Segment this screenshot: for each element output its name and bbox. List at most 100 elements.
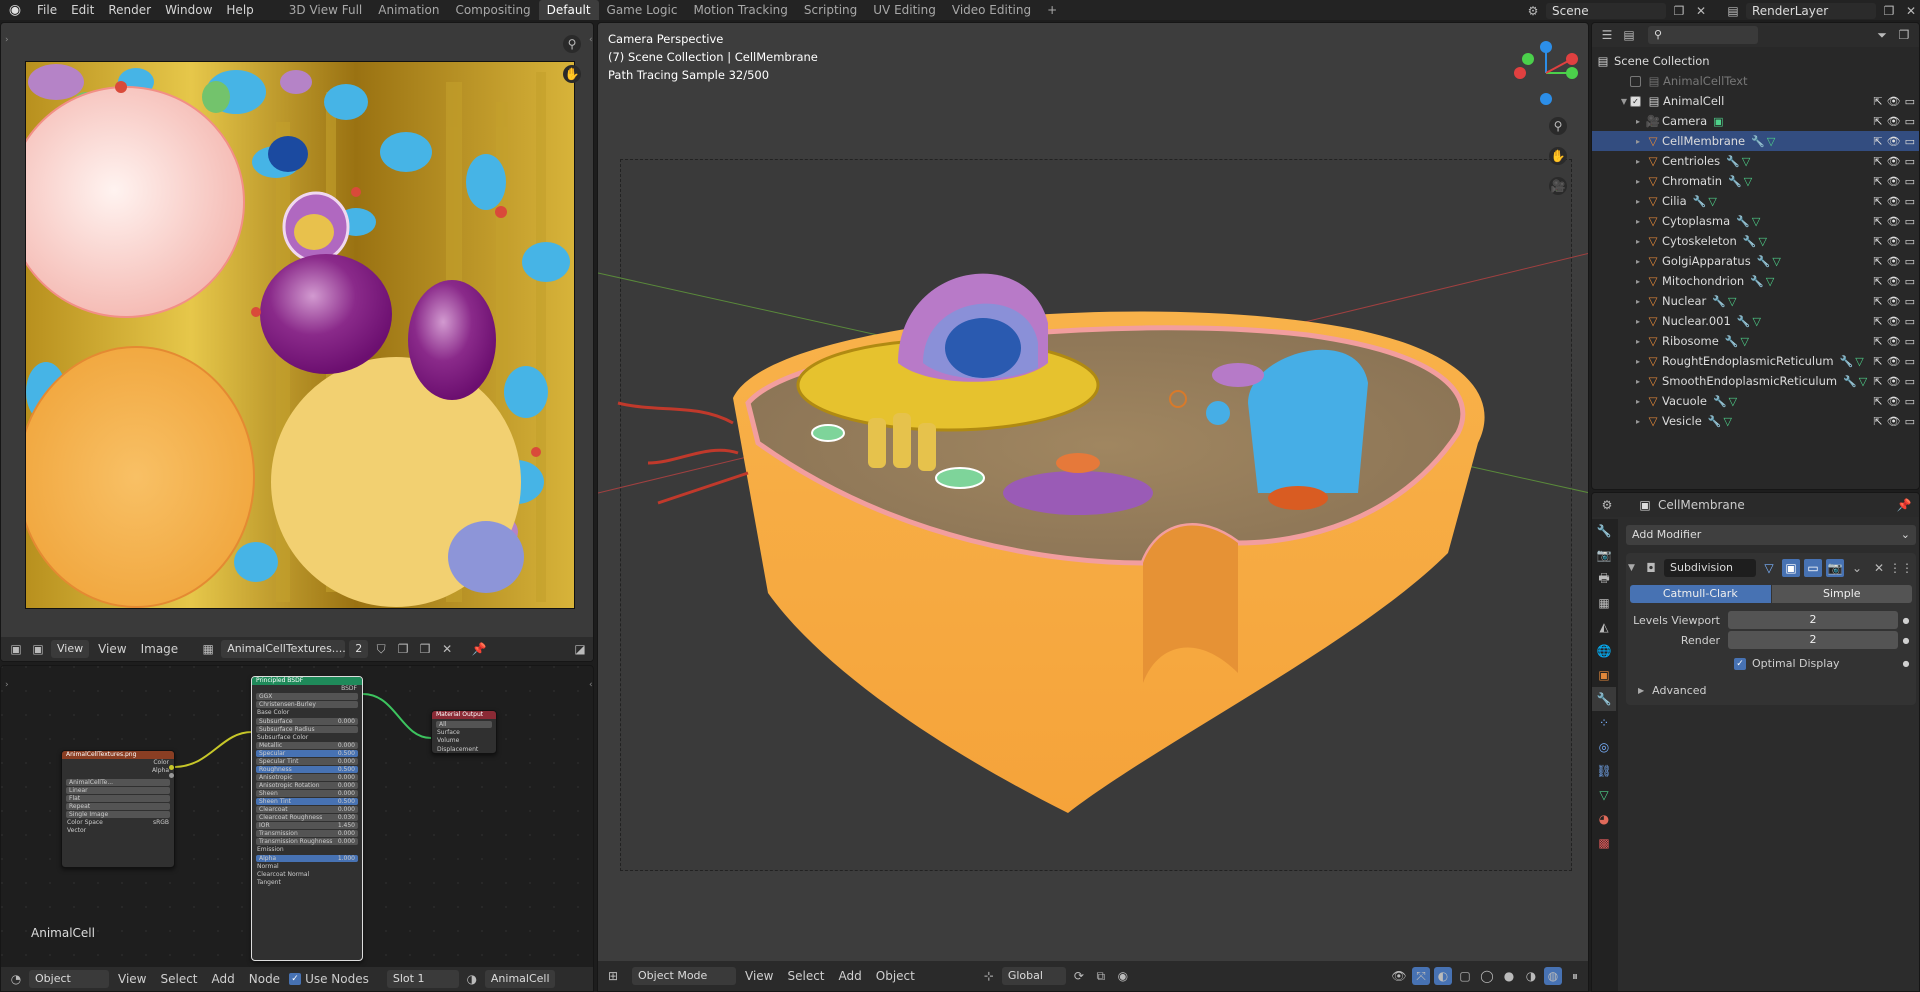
add-modifier-dropdown[interactable]: Add Modifier ⌄: [1626, 525, 1916, 545]
outliner-item[interactable]: ▸ ▽ RoughtEndoplasmicReticulum 🔧 ▽ ⇱ 👁 ▭: [1592, 351, 1919, 371]
workspace-tab-compositing[interactable]: Compositing: [447, 0, 538, 20]
eye-icon[interactable]: 👁: [1887, 215, 1901, 228]
duplicate-image-icon[interactable]: ❐: [394, 640, 412, 658]
blender-logo-icon[interactable]: ◉: [0, 0, 30, 20]
edit-mode-toggle-icon[interactable]: ▽: [1760, 559, 1778, 577]
mesh-data-icon[interactable]: ▽: [1753, 315, 1761, 328]
select-arrow-icon[interactable]: ⇱: [1873, 135, 1882, 148]
texture-image[interactable]: [25, 61, 575, 609]
modifier-wrench-icon[interactable]: 🔧: [1737, 315, 1751, 328]
editor-type-icon[interactable]: ◔: [7, 970, 25, 988]
modifier-wrench-icon[interactable]: 🔧: [1726, 155, 1740, 168]
expand-arrow-icon[interactable]: ▸: [1632, 137, 1644, 146]
outliner-item[interactable]: ▸ ▽ Cilia 🔧 ▽ ⇱ 👁 ▭: [1592, 191, 1919, 211]
pin-icon[interactable]: 📌: [470, 640, 488, 658]
optimal-display-checkbox[interactable]: ✓: [1734, 657, 1746, 670]
node-input-row[interactable]: Anisotropic 0.000: [256, 774, 358, 782]
material-shading-icon[interactable]: ◑: [1522, 967, 1540, 985]
xray-icon[interactable]: ▢: [1456, 967, 1474, 985]
editor-type-icon[interactable]: ☰: [1598, 26, 1616, 44]
modifier-tab-icon[interactable]: 🔧: [1592, 687, 1616, 711]
camera-data-icon[interactable]: ▣: [1713, 115, 1723, 128]
render-levels-field[interactable]: 2: [1728, 631, 1898, 649]
expand-arrow-icon[interactable]: ▸: [1632, 237, 1644, 246]
cell-render[interactable]: [598, 23, 1589, 953]
node-input-row[interactable]: Clearcoat Normal: [252, 871, 362, 879]
select-arrow-icon[interactable]: ⇱: [1873, 295, 1882, 308]
mesh-data-icon[interactable]: ▽: [1759, 235, 1767, 248]
mode-dropdown[interactable]: Object Mode: [632, 967, 736, 985]
eye-icon[interactable]: 👁: [1887, 375, 1901, 388]
view-layer-tab-icon[interactable]: ▦: [1592, 591, 1616, 615]
eye-icon[interactable]: 👁: [1887, 395, 1901, 408]
constraints-tab-icon[interactable]: ⛓: [1592, 759, 1616, 783]
node-input-row[interactable]: Roughness 0.500: [256, 766, 358, 774]
node-interpolation[interactable]: Linear: [66, 786, 170, 794]
select-arrow-icon[interactable]: ⇱: [1873, 395, 1882, 408]
principled-bsdf-node[interactable]: Principled BSDF BSDF GGX Christensen-Bur…: [251, 676, 363, 961]
expand-arrow-icon[interactable]: ▸: [1632, 297, 1644, 306]
expand-arrow-icon[interactable]: ▼: [1618, 97, 1630, 106]
menu-render[interactable]: Render: [101, 0, 158, 20]
expand-arrow-icon[interactable]: ▸: [1632, 217, 1644, 226]
menu-object[interactable]: Object: [871, 966, 920, 986]
snap-icon[interactable]: ⧉: [1092, 967, 1110, 985]
outliner-item[interactable]: ▸ ▽ SmoothEndoplasmicReticulum 🔧 ▽ ⇱ 👁 ▭: [1592, 371, 1919, 391]
eye-icon[interactable]: 👁: [1887, 295, 1901, 308]
expand-arrow-icon[interactable]: ▸: [1632, 317, 1644, 326]
view-layer-selector[interactable]: RenderLayer: [1746, 3, 1876, 19]
render-icon[interactable]: ▭: [1905, 95, 1915, 108]
expand-arrow-icon[interactable]: ▸: [1632, 197, 1644, 206]
render-icon[interactable]: ▭: [1905, 275, 1915, 288]
select-arrow-icon[interactable]: ⇱: [1873, 315, 1882, 328]
select-arrow-icon[interactable]: ⇱: [1873, 375, 1882, 388]
node-input-row[interactable]: Emission: [252, 846, 362, 854]
render-icon[interactable]: ▭: [1905, 215, 1915, 228]
select-arrow-icon[interactable]: ⇱: [1873, 215, 1882, 228]
render-icon[interactable]: ▭: [1905, 135, 1915, 148]
outliner-root[interactable]: ▤ Scene Collection: [1592, 51, 1919, 71]
eye-icon[interactable]: 👁: [1887, 355, 1901, 368]
expand-arrow-icon[interactable]: ▸: [1632, 117, 1644, 126]
eye-icon[interactable]: 👁: [1887, 155, 1901, 168]
modifier-wrench-icon[interactable]: 🔧: [1757, 255, 1771, 268]
pan-hand-icon[interactable]: ✋: [1549, 147, 1567, 165]
outliner-item[interactable]: ▸ ▽ Nuclear.001 🔧 ▽ ⇱ 👁 ▭: [1592, 311, 1919, 331]
visibility-icon[interactable]: 👁: [1390, 967, 1408, 985]
node-input-row[interactable]: Metallic 0.000: [256, 742, 358, 750]
view-layer-icon[interactable]: ▤: [1724, 2, 1742, 20]
select-arrow-icon[interactable]: ⇱: [1873, 335, 1882, 348]
proportional-edit-icon[interactable]: ◉: [1114, 967, 1132, 985]
eye-icon[interactable]: 👁: [1887, 195, 1901, 208]
zoom-icon[interactable]: ⚲: [563, 35, 581, 53]
modifier-wrench-icon[interactable]: 🔧: [1713, 395, 1727, 408]
select-arrow-icon[interactable]: ⇱: [1873, 175, 1882, 188]
texture-tab-icon[interactable]: ▩: [1592, 831, 1616, 855]
levels-viewport-field[interactable]: 2: [1728, 611, 1898, 629]
sidebar-expand-icon[interactable]: ‹: [589, 35, 593, 45]
mesh-data-icon[interactable]: ▽: [1855, 355, 1863, 368]
outliner-item[interactable]: ▤ AnimalCellText: [1592, 71, 1919, 91]
node-input-row[interactable]: Base Color: [252, 709, 362, 717]
open-image-icon[interactable]: ❒: [416, 640, 434, 658]
select-arrow-icon[interactable]: ⇱: [1873, 95, 1882, 108]
tool-tab-icon[interactable]: 🔧: [1592, 519, 1616, 543]
scene-selector[interactable]: Scene: [1546, 3, 1666, 19]
node-subsurface-method[interactable]: Christensen-Burley: [256, 701, 358, 709]
menu-file[interactable]: File: [30, 0, 64, 20]
modifier-name-field[interactable]: Subdivision: [1664, 559, 1756, 577]
expand-arrow-icon[interactable]: ▸: [1632, 257, 1644, 266]
node-image-field[interactable]: AnimalCellTe...: [66, 778, 170, 786]
view-mode-dropdown[interactable]: View: [51, 640, 90, 658]
filter-icon[interactable]: ⏷: [1873, 26, 1891, 44]
keyframe-dot-icon[interactable]: ●: [1898, 636, 1914, 645]
render-icon[interactable]: ▭: [1905, 255, 1915, 268]
menu-edit[interactable]: Edit: [64, 0, 101, 20]
node-input-row[interactable]: Subsurface 0.000: [256, 717, 358, 725]
select-arrow-icon[interactable]: ⇱: [1873, 235, 1882, 248]
mesh-data-icon[interactable]: ▽: [1767, 135, 1775, 148]
image-name-field[interactable]: AnimalCellTextures....: [221, 640, 346, 658]
navigation-gizmo[interactable]: [1508, 33, 1584, 109]
editor-type-icon[interactable]: ⊞: [604, 967, 622, 985]
shader-type-dropdown[interactable]: Object: [29, 970, 109, 988]
